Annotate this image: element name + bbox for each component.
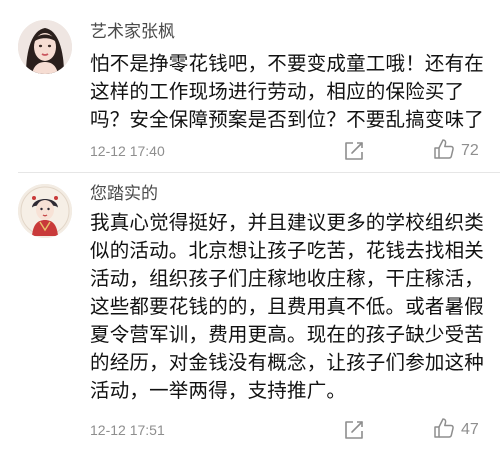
user-avatar[interactable] [18, 184, 72, 238]
comment-text-line: 活动，组织孩子们庄稼地收庄稼，干庄稼活， [90, 267, 485, 290]
comment-item: 您踏实的 我真心觉得挺好，并且建议更多的学校组织类 似的活动。北京想让孩子吃苦，… [0, 173, 500, 453]
thumbs-up-icon[interactable] [433, 138, 455, 160]
comment-text: 我真心觉得挺好，并且建议更多的学校组织类 似的活动。北京想让孩子吃苦，花钱去找相… [90, 209, 490, 405]
comment-text-line: 的经历，对金钱没有概念，让孩子们参加这种 [90, 351, 485, 374]
comment-text-line: 这些都要花钱的的，且费用真不低。或者暑假 [90, 295, 485, 318]
comment-text-line: 怕不是挣零花钱吧，不要变成童工哦！还有在 [90, 52, 485, 75]
comment-timestamp: 12-12 17:40 [90, 143, 165, 159]
avatar-illustration-icon [18, 184, 72, 238]
comment-text-line: 夏令营军训，费用更高。现在的孩子缺少受苦 [90, 323, 485, 346]
comment-item: 艺术家张枫 怕不是挣零花钱吧，不要变成童工哦！还有在 这样的工作现场进行劳动，相… [0, 0, 500, 170]
comment-text-line: 吗？安全保障预案是否到位？不要乱搞变味了 [90, 108, 485, 131]
share-edit-icon[interactable] [343, 140, 365, 162]
comment-text-line: 似的活动。北京想让孩子吃苦，花钱去找相关 [90, 239, 485, 262]
comment-text: 怕不是挣零花钱吧，不要变成童工哦！还有在 这样的工作现场进行劳动，相应的保险买了… [90, 50, 490, 134]
thumbs-up-icon[interactable] [433, 417, 455, 439]
comment-username[interactable]: 艺术家张枫 [90, 22, 175, 42]
like-count: 72 [461, 142, 479, 159]
comment-username[interactable]: 您踏实的 [90, 184, 158, 204]
share-edit-icon[interactable] [343, 419, 365, 441]
user-avatar[interactable] [18, 20, 72, 74]
like-count: 47 [461, 421, 479, 438]
comment-timestamp: 12-12 17:51 [90, 422, 165, 438]
avatar-photo-icon [18, 20, 72, 74]
comment-text-line: 我真心觉得挺好，并且建议更多的学校组织类 [90, 211, 485, 234]
comment-text-line: 活动，一举两得，支持推广。 [90, 379, 347, 402]
comment-text-line: 这样的工作现场进行劳动，相应的保险买了 [90, 80, 465, 103]
